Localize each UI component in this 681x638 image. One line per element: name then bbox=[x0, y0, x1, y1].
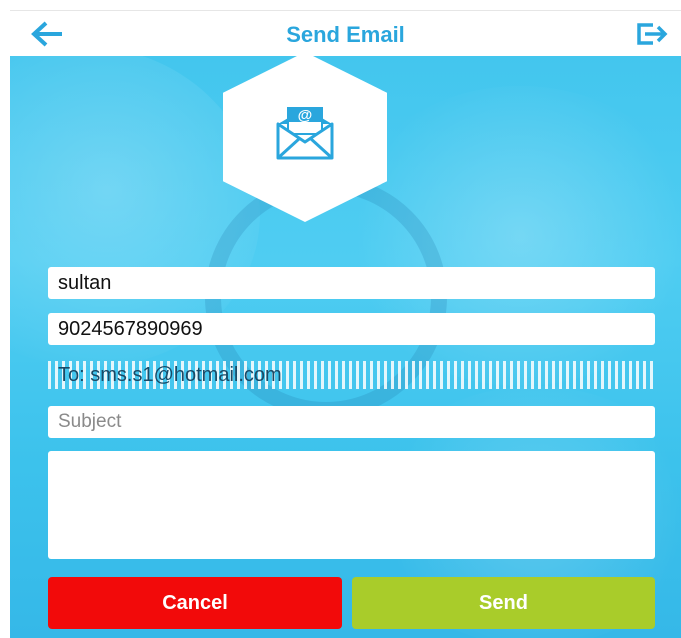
to-recipient: To: sms.s1@hotmail.com bbox=[48, 361, 655, 389]
cancel-button[interactable]: Cancel bbox=[48, 577, 342, 629]
email-at-envelope-icon: @ bbox=[276, 107, 334, 160]
name-field[interactable]: sultan bbox=[48, 267, 655, 299]
page-title: Send Email bbox=[286, 22, 405, 47]
top-bar: Send Email bbox=[10, 10, 681, 57]
phone-field[interactable]: 9024567890969 bbox=[48, 313, 655, 345]
subject-input[interactable] bbox=[48, 406, 655, 438]
main-content: @ sultan 9024567890969 To: sms.s1@hotmai… bbox=[10, 56, 681, 638]
send-button[interactable]: Send bbox=[352, 577, 655, 629]
logout-icon bbox=[637, 23, 668, 45]
logout-button[interactable] bbox=[631, 19, 671, 49]
svg-text:@: @ bbox=[298, 107, 313, 124]
message-textarea[interactable] bbox=[48, 451, 655, 559]
